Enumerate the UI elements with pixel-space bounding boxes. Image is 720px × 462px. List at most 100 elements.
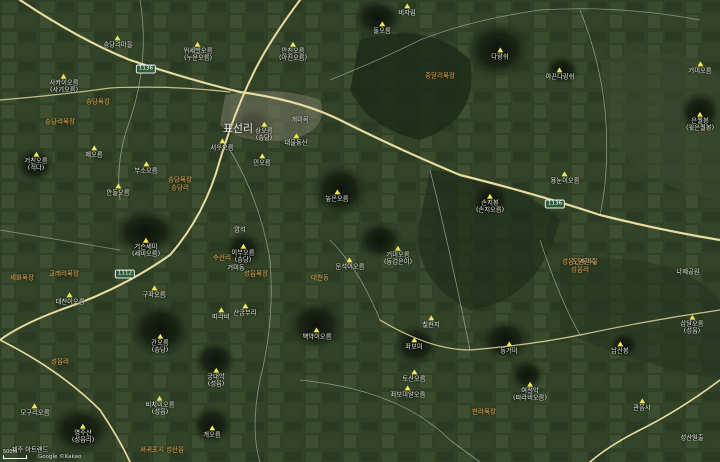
volcano-marker-icon <box>32 403 38 409</box>
poi-yeoseojeong[interactable]: 여절악 (따라비오름) <box>513 381 547 403</box>
poi-namsan[interactable]: 남산봉 <box>611 341 629 354</box>
poi-jwaboreum[interactable]: 좌보미 <box>405 337 423 350</box>
volcano-marker-icon <box>616 341 623 347</box>
volcano-marker-icon <box>293 133 299 139</box>
volcano-marker-icon <box>219 138 225 144</box>
area-label: 대천동 <box>311 273 329 282</box>
volcano-marker-icon <box>562 171 568 177</box>
area-label: 교래리목장 <box>49 269 79 278</box>
poi-chetoreum[interactable]: 체오름 <box>85 145 103 158</box>
poi-tonoreum[interactable]: 토산오름 <box>402 369 426 382</box>
volcano-marker-icon <box>115 183 121 189</box>
poi-gamiaoreum[interactable]: 민오름 <box>253 153 271 166</box>
volcano-marker-icon <box>334 189 340 195</box>
poi-sanggum[interactable]: 거미동 <box>227 264 244 271</box>
poi-munseok[interactable]: 문석이오름 <box>336 257 364 270</box>
volcano-marker-icon <box>557 67 563 73</box>
volcano-marker-icon <box>212 367 219 373</box>
poi-doyeo[interactable]: 동거미 <box>500 341 518 354</box>
volcano-marker-icon <box>410 337 417 343</box>
poi-bijarim[interactable]: 비자림 <box>398 3 416 16</box>
poi-witsebael[interactable]: 위세빌오름 (누운오름) <box>184 41 212 63</box>
poi-geomunoreum[interactable]: 거친오름 (적다) <box>24 151 48 173</box>
volcano-marker-icon <box>638 398 645 404</box>
volcano-marker-icon <box>427 315 434 321</box>
poi-gyeongoreum[interactable]: 구좌오름 <box>142 285 166 298</box>
poi-baekyak[interactable]: 백약이오름 <box>303 327 331 340</box>
poi-sioreum[interactable]: 서우오름 <box>210 138 234 151</box>
poi-ibinorem[interactable]: 이부오름 (송당) <box>231 243 255 265</box>
poi-sakeobong[interactable]: 사카이오름 (사기오름) <box>50 73 78 95</box>
poi-gaeoreum[interactable]: 개오름 <box>203 425 221 438</box>
poi-jangseori[interactable]: 좌보미알오름 <box>391 385 425 398</box>
volcano-marker-icon <box>347 257 353 263</box>
poi-oseolj[interactable]: 모구리오름 <box>21 403 49 416</box>
volcano-marker-icon <box>208 425 215 431</box>
poi-dadanchi[interactable]: 대물동산 <box>284 133 308 146</box>
volcano-marker-icon <box>697 61 703 67</box>
volcano-marker-icon <box>314 327 320 333</box>
poi-dorangshwi[interactable]: 돌오름 <box>373 21 391 34</box>
volcano-marker-icon <box>90 145 97 151</box>
poi-andolreum[interactable]: 안돌오름 <box>106 183 130 196</box>
volcano-marker-icon <box>195 41 201 47</box>
area-label: 수산리 <box>213 253 231 262</box>
volcano-marker-icon <box>505 341 512 347</box>
area-label: 한라목장 <box>472 407 496 416</box>
volcano-marker-icon <box>143 237 149 243</box>
poi-cheongeu[interactable]: 칠현지 <box>422 315 440 328</box>
volcano-marker-icon <box>217 307 224 313</box>
volcano-marker-icon <box>689 314 695 320</box>
poi-jinopeun[interactable]: 손지봉 (손지오름) <box>476 193 504 215</box>
satellite-map[interactable]: 표선리 1136 1136 1112 비자림 돌오름 송당리마을 위세빌오름 (누… <box>0 0 720 462</box>
volcano-marker-icon <box>67 292 73 298</box>
road-shield-1112: 1112 <box>114 269 136 279</box>
poi-ganbuk[interactable]: 간오름 (송당) <box>151 333 169 355</box>
volcano-marker-icon <box>156 333 163 339</box>
volcano-marker-icon <box>115 35 121 41</box>
poi-bidagi[interactable]: 비치미오름 (성읍) <box>146 395 174 417</box>
poi-youngseo[interactable]: 거슨세미 (세미오름) <box>132 237 160 259</box>
poi-samdal[interactable]: 삼달오름 (성읍) <box>680 314 704 336</box>
road-shield-1136: 1136 <box>135 64 157 74</box>
volcano-marker-icon <box>403 3 410 9</box>
area-label: 종달리목장 <box>425 71 455 80</box>
poi-nopeunoreum[interactable]: 높은오름 <box>325 189 349 202</box>
poi-gwaneunsa[interactable]: 관음사 <box>633 398 651 411</box>
poi-yeongmori[interactable]: 영주산 (성읍리) <box>72 423 94 445</box>
poi-eunchi[interactable]: 은월봉 (윗은월봉) <box>686 111 714 133</box>
poi-anseolmeo[interactable]: 안친오름 (아진오름) <box>279 41 307 63</box>
town-label: 표선리 <box>222 122 254 135</box>
poi-gundalseo[interactable]: 개미목 <box>291 116 308 123</box>
area-label: 성읍리 <box>51 357 69 366</box>
volcano-marker-icon <box>242 303 248 309</box>
poi-daechul[interactable]: 대천이오름 <box>56 292 84 305</box>
area-label: 서귀포시 성산읍 <box>140 445 184 454</box>
volcano-marker-icon <box>290 41 296 47</box>
area-label: 성읍목장 <box>244 269 268 278</box>
volcano-marker-icon <box>61 73 67 79</box>
volcano-marker-icon <box>157 395 163 401</box>
poi-naruseo[interactable]: 나제공원 <box>676 268 699 275</box>
area-label: 성읍민속마을 성읍리 <box>562 257 598 273</box>
poi-gimnyeong[interactable]: 거미오름 <box>688 61 712 74</box>
volcano-marker-icon <box>240 243 246 249</box>
poi-asinara[interactable]: 아끈다랑쉬 <box>546 67 574 80</box>
poi-sanbangsan[interactable]: 성산일출 <box>680 434 703 441</box>
poi-yongnunoreum[interactable]: 용눈이오름 <box>551 171 579 184</box>
poi-gamieoreum[interactable]: 거미오름 (동검은이) <box>384 245 412 267</box>
area-label: 송당목장 <box>86 97 110 106</box>
poi-bunseolc[interactable]: 부소오름 <box>134 161 158 174</box>
volcano-marker-icon <box>395 245 401 251</box>
poi-amseok[interactable]: 암석 <box>234 226 246 233</box>
area-label: 송당목장 송당리 <box>168 175 192 191</box>
road-shield-1136: 1136 <box>544 199 566 209</box>
poi-songdang[interactable]: 송당리마을 <box>104 35 132 48</box>
poi-ddaraibi[interactable]: 따라비 <box>212 307 230 320</box>
poi-sandang[interactable]: 상오름 (송당) <box>255 121 273 143</box>
poi-guneoreum[interactable]: 궁대악 (성읍) <box>207 367 225 389</box>
scale-bar <box>3 455 27 459</box>
volcano-marker-icon <box>496 47 503 53</box>
poi-sangoreum[interactable]: 산굼부리 <box>233 303 257 316</box>
poi-darangshi[interactable]: 다랑쉬 <box>491 47 509 60</box>
